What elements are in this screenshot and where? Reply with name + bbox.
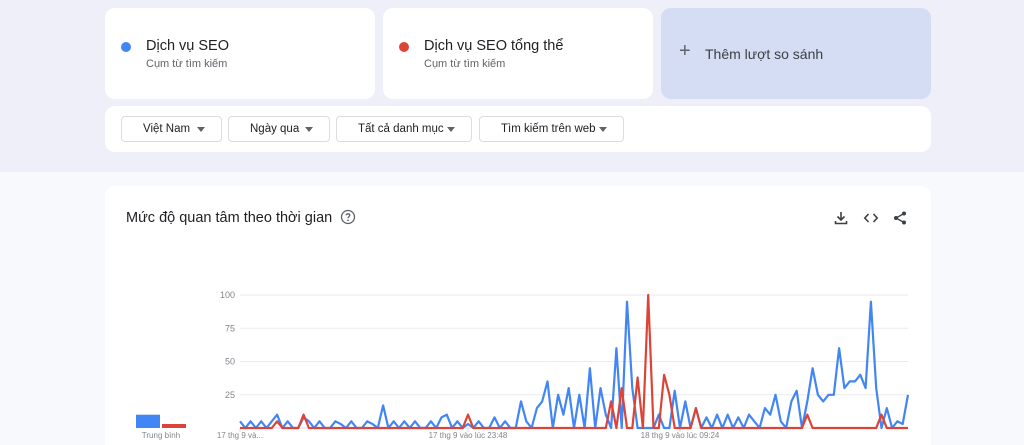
average-label: Trung bình	[142, 431, 180, 440]
x-tick-label: 18 thg 9 vào lúc 09:24	[641, 431, 720, 440]
filter-bar: Việt Nam Ngày qua Tất cả danh mục Tìm ki…	[105, 106, 931, 152]
x-tick-label: 17 thg 9 và...	[217, 431, 263, 440]
region-filter-label: Việt Nam	[143, 123, 191, 135]
average-bar	[136, 414, 160, 428]
region-filter-dropdown[interactable]: Việt Nam	[121, 116, 222, 142]
search-term-card-2[interactable]: Dịch vụ SEO tổng thể Cụm từ tìm kiếm	[383, 8, 653, 99]
y-tick-label: 75	[225, 323, 235, 333]
add-comparison-button[interactable]: + Thêm lượt so sánh	[661, 8, 931, 99]
time-range-filter-label: Ngày qua	[250, 123, 300, 135]
search-type-filter-label: Tìm kiếm trên web	[501, 123, 596, 135]
y-tick-label: 50	[225, 357, 235, 367]
share-icon[interactable]	[892, 210, 908, 226]
time-range-filter-dropdown[interactable]: Ngày qua	[228, 116, 330, 142]
average-bar	[162, 424, 186, 428]
add-comparison-label: Thêm lượt so sánh	[705, 46, 824, 62]
search-type-filter-dropdown[interactable]: Tìm kiếm trên web	[479, 116, 624, 142]
interest-over-time-card: 100 75 50 25 17 thg 9 và... 17 thg 9 vào lúc …	[105, 186, 931, 445]
search-term-name[interactable]: Dịch vụ SEO tổng thể	[424, 38, 563, 54]
series-color-dot	[121, 42, 131, 52]
series-line	[239, 300, 910, 430]
caret-down-icon	[599, 127, 607, 132]
search-term-card-1[interactable]: Dịch vụ SEO Cụm từ tìm kiếm	[105, 8, 375, 99]
chart-title: Mức độ quan tâm theo thời gian	[126, 210, 333, 226]
series-color-dot	[399, 42, 409, 52]
plus-icon: +	[679, 40, 691, 62]
caret-down-icon	[197, 127, 205, 132]
search-term-type: Cụm từ tìm kiếm	[424, 58, 506, 70]
y-tick-label: 100	[220, 290, 235, 300]
search-term-name[interactable]: Dịch vụ SEO	[146, 38, 229, 54]
embed-code-icon[interactable]	[863, 210, 879, 226]
x-tick-label: 17 thg 9 vào lúc 23:48	[429, 431, 508, 440]
caret-down-icon	[305, 127, 313, 132]
category-filter-label: Tất cả danh mục	[358, 123, 444, 135]
help-circle-icon[interactable]	[340, 209, 356, 225]
y-tick-label: 25	[225, 390, 235, 400]
category-filter-dropdown[interactable]: Tất cả danh mục	[336, 116, 472, 142]
download-icon[interactable]	[833, 210, 849, 226]
search-term-type: Cụm từ tìm kiếm	[146, 58, 228, 70]
caret-down-icon	[447, 127, 455, 132]
